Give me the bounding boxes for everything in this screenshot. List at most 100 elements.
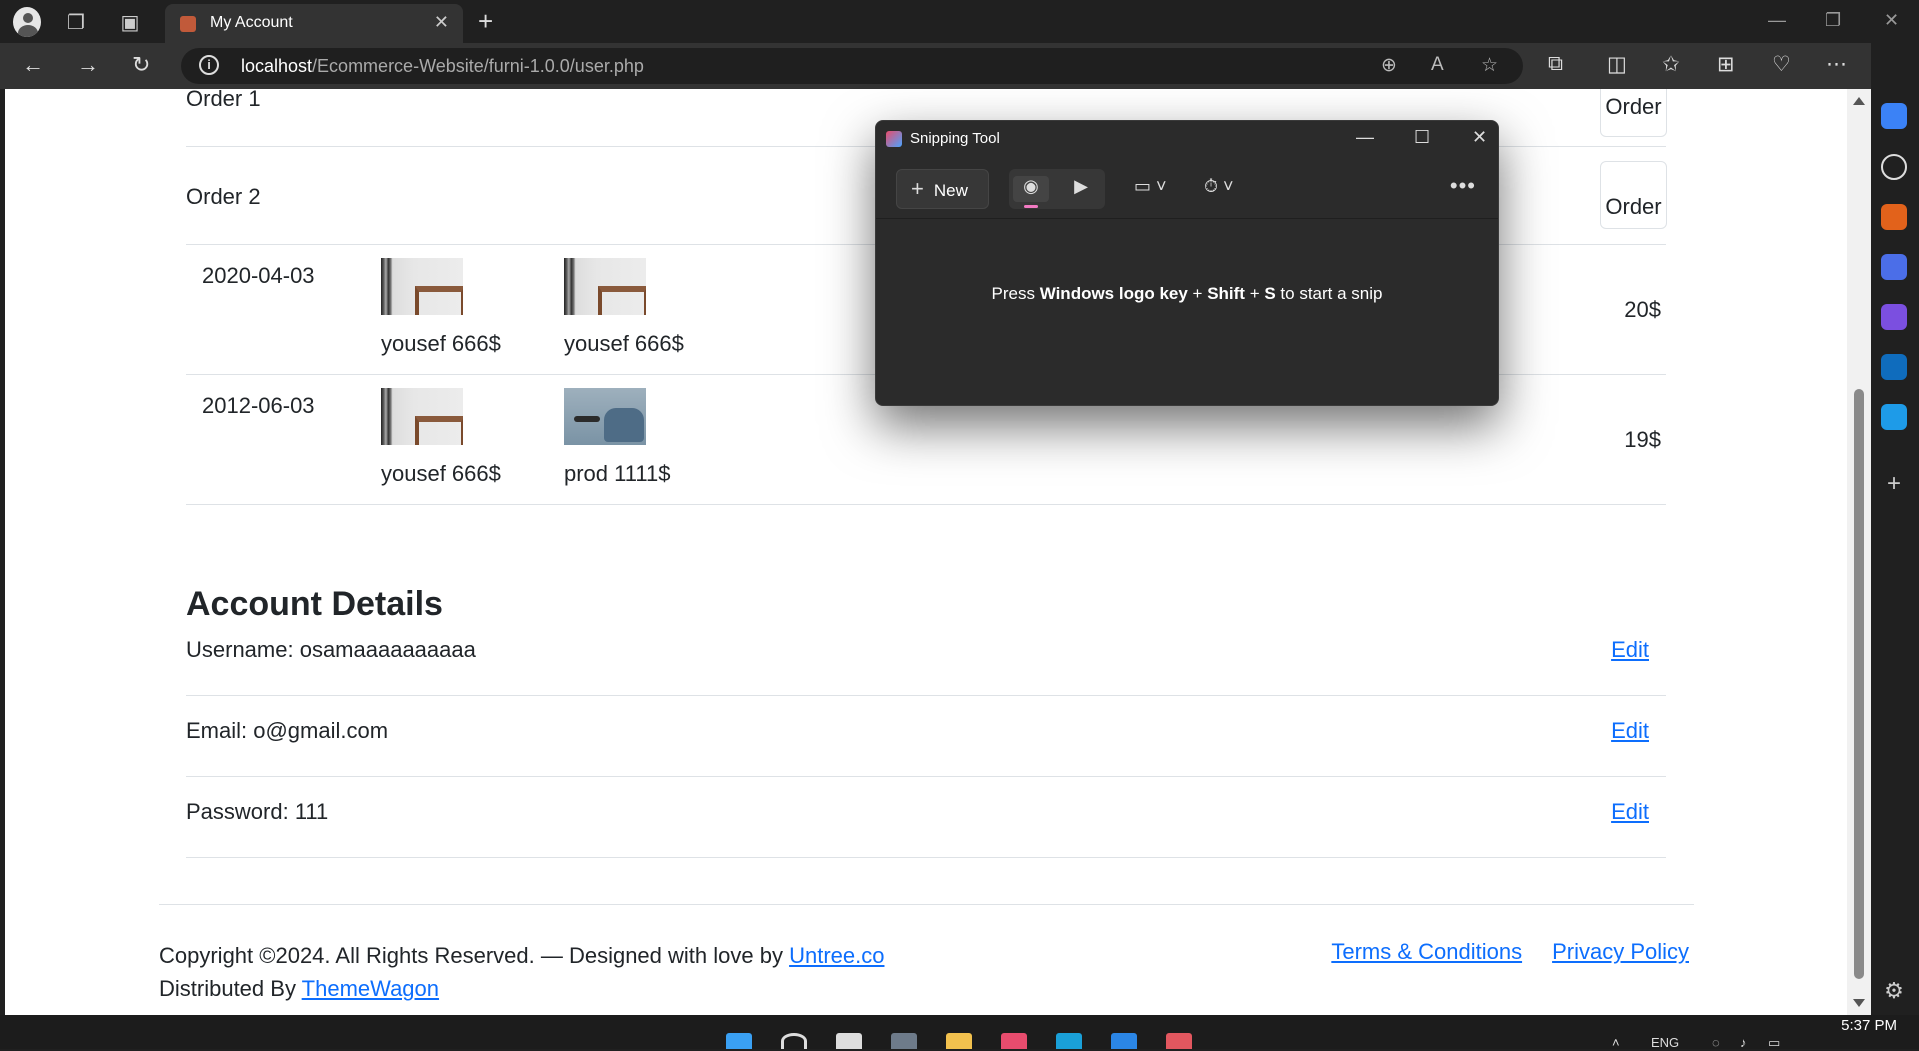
extensions-icon[interactable]: ⧉ (1548, 52, 1563, 76)
drop-icon[interactable] (1881, 404, 1907, 430)
tray-chevron-icon[interactable]: ˄ (1612, 1035, 1620, 1050)
footer-copyright: Copyright ©2024. All Rights Reserved. — … (159, 939, 884, 1005)
sidebar-settings-icon[interactable]: ⚙ (1881, 978, 1907, 1004)
task-view-icon[interactable] (836, 1033, 862, 1049)
untree-link[interactable]: Untree.co (789, 943, 884, 968)
distributed-text: Distributed By (159, 976, 302, 1001)
taskbar-clock[interactable]: 5:37 PM (1841, 1017, 1897, 1034)
snip-more-icon[interactable]: ••• (1450, 173, 1476, 199)
workspaces-icon[interactable]: ❐ (62, 8, 90, 36)
order-image: Order (1600, 161, 1667, 229)
scroll-up-icon[interactable] (1853, 97, 1865, 105)
url-text[interactable]: localhost/Ecommerce-Website/furni-1.0.0/… (241, 56, 644, 77)
search-icon[interactable] (1881, 154, 1907, 180)
plus-icon: + (911, 176, 924, 201)
product-image (381, 258, 463, 315)
order-image: Order (1600, 89, 1667, 137)
file-explorer-icon[interactable] (946, 1033, 972, 1049)
search-taskbar-icon[interactable] (781, 1033, 807, 1049)
scroll-down-icon[interactable] (1853, 999, 1865, 1007)
back-icon[interactable]: ← (22, 52, 44, 78)
snip-shape-dropdown[interactable]: ▭ ˅ (1134, 176, 1167, 197)
edit-email-link[interactable]: Edit (1611, 718, 1649, 744)
forward-icon[interactable]: → (77, 52, 99, 78)
edge-taskbar-icon[interactable] (1056, 1033, 1082, 1049)
themewagon-link[interactable]: ThemeWagon (302, 976, 439, 1001)
page-scrollbar[interactable] (1847, 89, 1871, 1015)
new-tab-icon[interactable]: + (478, 8, 493, 34)
profile-icon[interactable] (13, 7, 41, 37)
order-date: 2020-04-03 (202, 263, 315, 288)
new-snip-button[interactable]: + New (896, 169, 989, 209)
browser-titlebar: ❐ ▣ My Account ✕ + — ❐ ✕ (0, 0, 1919, 43)
edge-sidebar: + ⚙ (1871, 43, 1919, 1015)
footer-links: Terms & Conditions Privacy Policy (1301, 939, 1689, 965)
scrollbar-thumb[interactable] (1854, 389, 1864, 979)
product-name: yousef 666$ (564, 331, 684, 356)
snipping-tool-title: Snipping Tool (910, 130, 1000, 147)
vertical-tabs-icon[interactable]: ▣ (116, 8, 144, 36)
settings-taskbar-icon[interactable] (891, 1033, 917, 1049)
terms-link[interactable]: Terms & Conditions (1331, 939, 1522, 964)
read-aloud-icon[interactable]: A (1431, 54, 1444, 76)
tab-title: My Account (210, 14, 293, 31)
screenshot-mode-icon[interactable]: ◉ (1013, 176, 1049, 208)
snip-minimize-icon[interactable]: — (1356, 127, 1374, 148)
snip-delay-dropdown[interactable]: ⏱ ˅ (1204, 176, 1234, 197)
edit-password-link[interactable]: Edit (1611, 799, 1649, 825)
collections-icon[interactable]: ⊞ (1717, 52, 1735, 77)
product-image (564, 258, 646, 315)
favorites-icon[interactable]: ✩ (1662, 52, 1680, 77)
wifi-icon[interactable]: ◌ (1712, 1035, 1720, 1050)
order-label: Order 1 (186, 89, 261, 111)
browser-essentials-icon[interactable]: ♡ (1772, 52, 1791, 77)
browser-navbar: ← → ↻ i localhost/Ecommerce-Website/furn… (0, 43, 1919, 89)
outlook-icon[interactable] (1881, 354, 1907, 380)
snipping-tool-taskbar-icon[interactable] (1166, 1033, 1192, 1049)
store-icon[interactable] (1001, 1033, 1027, 1049)
copilot-designer-icon[interactable] (1881, 304, 1907, 330)
video-mode-icon[interactable]: ▶ (1063, 176, 1099, 202)
close-window-icon[interactable]: ✕ (1884, 10, 1899, 31)
snip-maximize-icon[interactable]: ☐ (1414, 127, 1430, 148)
more-menu-icon[interactable]: ⋯ (1826, 52, 1847, 77)
address-bar[interactable]: i localhost/Ecommerce-Website/furni-1.0.… (181, 48, 1523, 84)
product-item[interactable]: prod 1111$ (564, 388, 744, 487)
product-image (381, 388, 463, 445)
games-icon[interactable] (1881, 254, 1907, 280)
snip-close-icon[interactable]: ✕ (1472, 127, 1487, 148)
zoom-icon[interactable]: ⊕ (1381, 54, 1397, 77)
account-password-row: Password: 111 Edit (186, 777, 1666, 858)
minimize-icon[interactable]: — (1768, 10, 1786, 31)
favorite-star-icon[interactable]: ☆ (1481, 54, 1498, 77)
shopping-tag-icon[interactable] (1881, 103, 1907, 129)
volume-icon[interactable]: ♪ (1740, 1035, 1747, 1050)
privacy-link[interactable]: Privacy Policy (1552, 939, 1689, 964)
product-item[interactable]: yousef 666$ (381, 258, 561, 357)
site-favicon-icon (180, 16, 196, 32)
product-name: prod 1111$ (564, 461, 671, 486)
edit-username-link[interactable]: Edit (1611, 637, 1649, 663)
close-tab-icon[interactable]: ✕ (434, 12, 449, 33)
snip-toolbar: + New ◉ ▶ ▭ ˅ ⏱ ˅ ••• (876, 161, 1498, 219)
copyright-text: Copyright ©2024. All Rights Reserved. — … (159, 943, 790, 968)
order-label: Order 2 (186, 184, 261, 209)
tab-my-account[interactable]: My Account ✕ (165, 4, 463, 43)
restore-icon[interactable]: ❐ (1825, 10, 1841, 31)
password-value: Password: 111 (186, 799, 329, 824)
snipping-tool-logo-icon (886, 131, 902, 147)
site-info-icon[interactable]: i (199, 55, 219, 75)
add-sidebar-icon[interactable]: + (1881, 471, 1907, 497)
start-icon[interactable] (726, 1033, 752, 1049)
windows-taskbar: ˄ ENG ◌ ♪ ▭ 5:37 PM (0, 1015, 1919, 1050)
vscode-icon[interactable] (1111, 1033, 1137, 1049)
snipping-tool-window: Snipping Tool — ☐ ✕ + New ◉ ▶ ▭ ˅ ⏱ ˅ •••… (875, 120, 1499, 406)
product-item[interactable]: yousef 666$ (564, 258, 744, 357)
refresh-icon[interactable]: ↻ (132, 52, 150, 78)
order-date: 2012-06-03 (202, 393, 315, 418)
username-value: Username: osamaaaaaaaaaa (186, 637, 476, 662)
split-screen-icon[interactable]: ◫ (1607, 52, 1627, 77)
language-indicator[interactable]: ENG (1651, 1035, 1679, 1050)
product-item[interactable]: yousef 666$ (381, 388, 561, 487)
tools-icon[interactable] (1881, 204, 1907, 230)
